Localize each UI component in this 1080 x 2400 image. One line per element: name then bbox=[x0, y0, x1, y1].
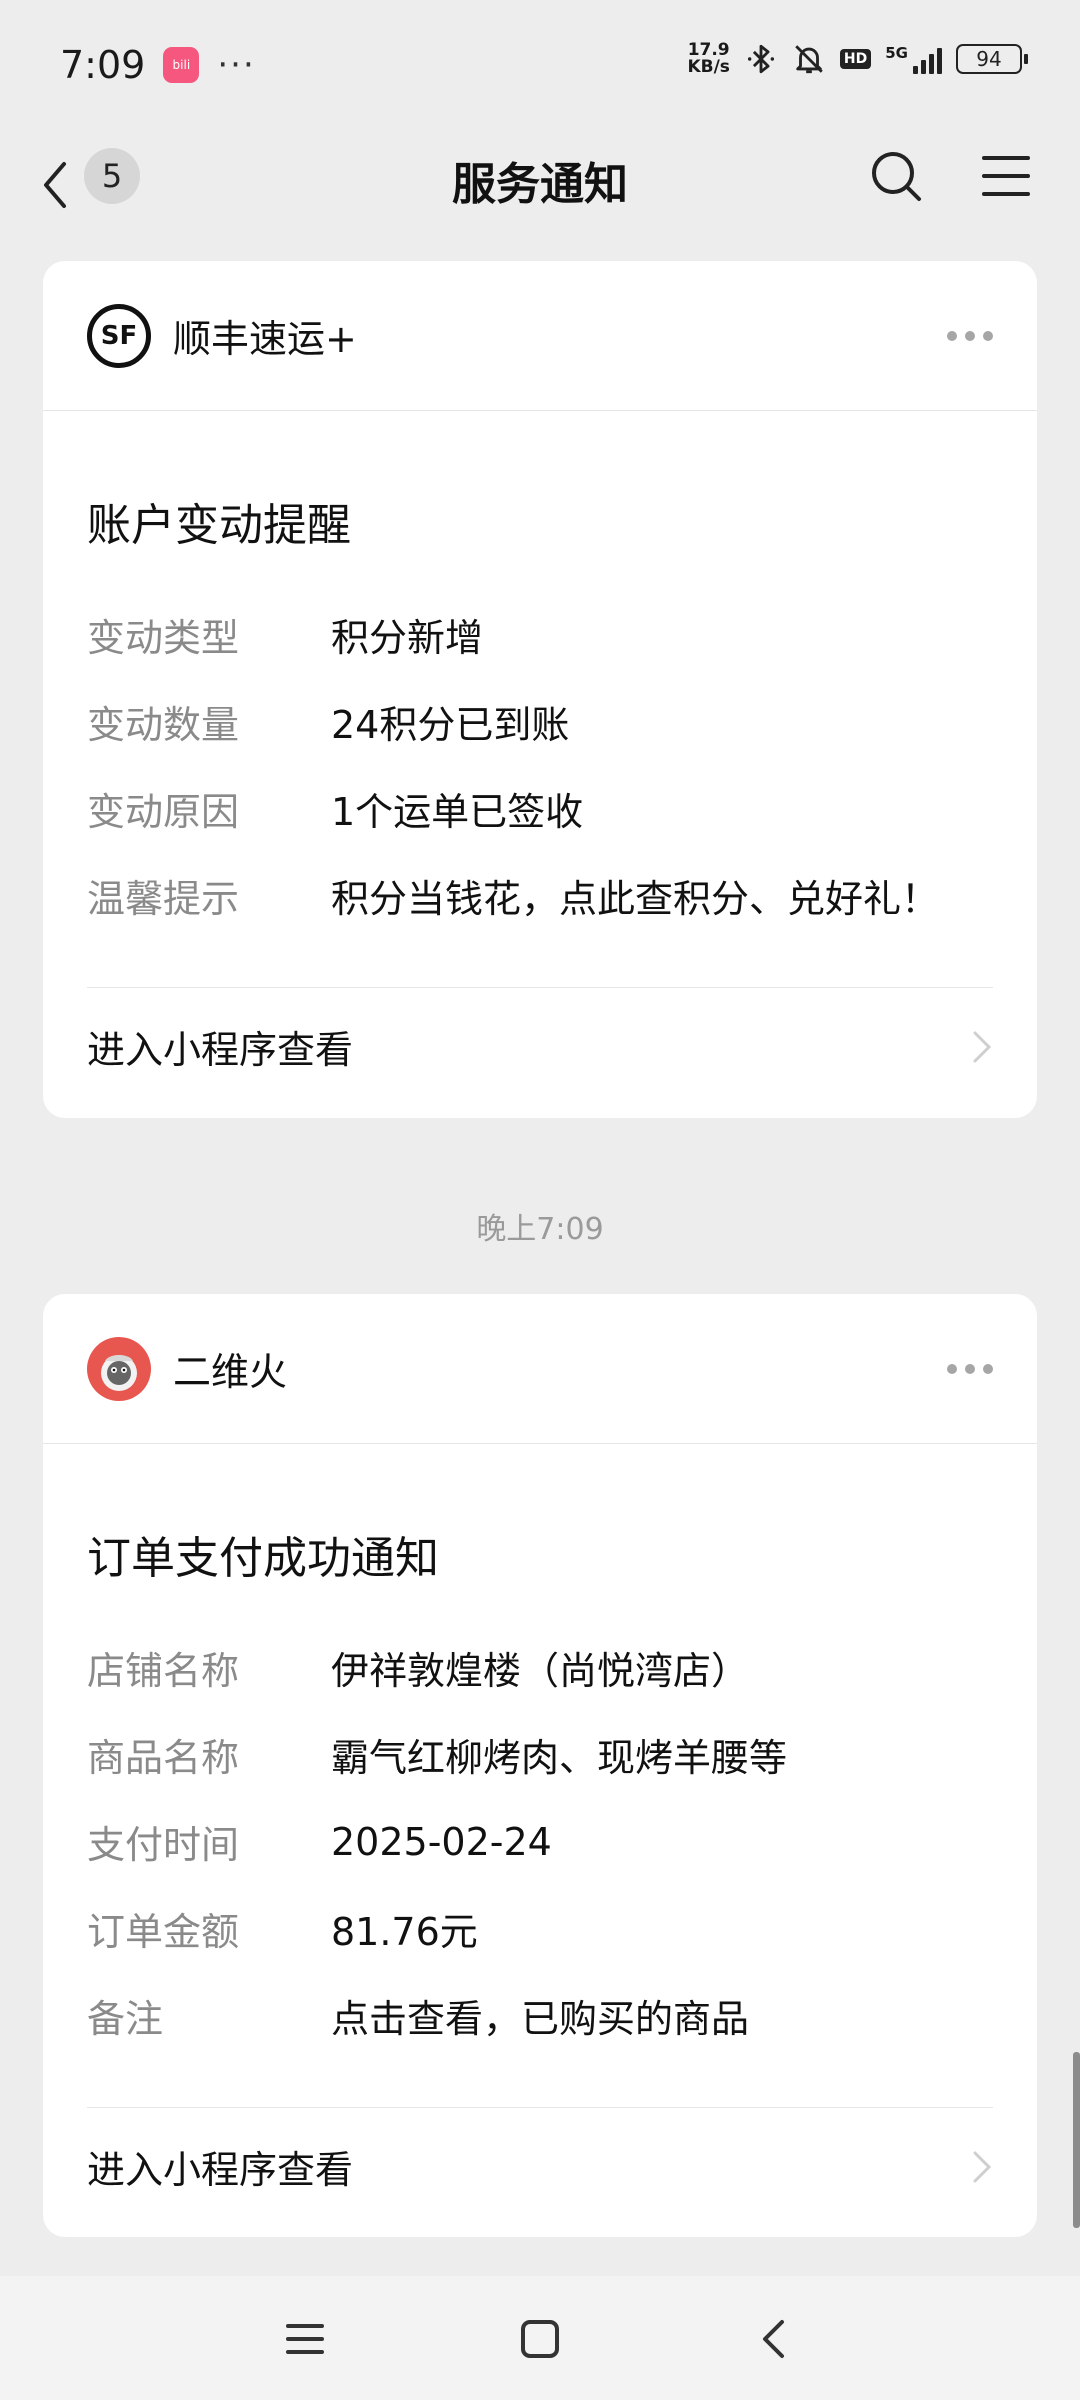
status-time: 7:09 bbox=[60, 43, 146, 87]
mascot-icon bbox=[101, 1354, 137, 1391]
sf-logo-text: SF bbox=[100, 320, 138, 351]
network-type: 5G bbox=[885, 44, 908, 62]
field-row: 变动类型 积分新增 bbox=[43, 591, 1037, 678]
field-row: 店铺名称 伊祥敦煌楼（尚悦湾店） bbox=[43, 1624, 1037, 1711]
card-header: 二维火 bbox=[43, 1294, 1037, 1444]
mute-bell-icon bbox=[795, 45, 823, 74]
message-timestamp: 晚上7:09 bbox=[476, 1212, 604, 1247]
bilibili-app-icon: bili bbox=[163, 47, 200, 83]
notification-card-2dfire[interactable]: 二维火 订单支付成功通知 店铺名称 伊祥敦煌楼（尚悦湾店） 商品名称 霸气红柳烤… bbox=[43, 1294, 1037, 2237]
more-options-icon[interactable] bbox=[947, 1363, 993, 1374]
home-icon[interactable] bbox=[515, 2314, 565, 2364]
field-row: 变动数量 24积分已到账 bbox=[43, 678, 1037, 765]
field-value: 2025-02-24 bbox=[331, 1819, 552, 1864]
field-label: 温馨提示 bbox=[87, 877, 240, 921]
signal-icon: 5G bbox=[885, 44, 942, 74]
back-nav-icon[interactable] bbox=[750, 2314, 800, 2364]
field-value: 81.76元 bbox=[331, 1910, 478, 1954]
network-speed: 17.9 KB/s bbox=[687, 42, 729, 76]
field-row: 订单金额 81.76元 bbox=[43, 1885, 1037, 1972]
field-value: 1个运单已签收 bbox=[331, 790, 584, 834]
status-bar: 7:09 bili ··· 17.9 KB/s HD 5G 94 bbox=[0, 0, 1080, 130]
battery-indicator: 94 bbox=[956, 44, 1028, 74]
field-value: 点击查看，已购买的商品 bbox=[331, 1997, 750, 2041]
chevron-right-icon bbox=[973, 1031, 992, 1062]
open-miniprogram-link[interactable]: 进入小程序查看 bbox=[87, 2107, 993, 2225]
chevron-right-icon bbox=[973, 2151, 992, 2182]
field-label: 支付时间 bbox=[87, 1823, 240, 1867]
field-row: 温馨提示 积分当钱花，点此查积分、兑好礼！ bbox=[43, 852, 1037, 939]
network-speed-unit: KB/s bbox=[687, 57, 730, 77]
field-label: 变动数量 bbox=[87, 703, 240, 747]
card-sender-name: 二维火 bbox=[173, 1350, 288, 1394]
field-label: 商品名称 bbox=[87, 1736, 240, 1780]
card-header: SF 顺丰速运+ bbox=[43, 261, 1037, 411]
card-title: 订单支付成功通知 bbox=[87, 1533, 439, 1584]
card-sender-name: 顺丰速运+ bbox=[173, 317, 357, 361]
2dfire-avatar bbox=[87, 1336, 151, 1401]
field-row: 变动原因 1个运单已签收 bbox=[43, 765, 1037, 852]
recents-menu-icon[interactable] bbox=[280, 2314, 330, 2364]
status-indicators: 17.9 KB/s HD 5G 94 bbox=[687, 42, 1028, 76]
field-value: 伊祥敦煌楼（尚悦湾店） bbox=[331, 1649, 750, 1693]
open-miniprogram-label: 进入小程序查看 bbox=[87, 2148, 354, 2192]
hd-indicator: HD bbox=[839, 49, 872, 69]
field-row: 备注 点击查看，已购买的商品 bbox=[43, 1972, 1037, 2059]
system-navigation-bar bbox=[0, 2276, 1080, 2400]
sf-express-avatar: SF bbox=[87, 303, 151, 368]
card-title: 账户变动提醒 bbox=[87, 500, 351, 551]
field-label: 备注 bbox=[87, 1997, 164, 2041]
field-label: 店铺名称 bbox=[87, 1649, 240, 1693]
field-label: 变动类型 bbox=[87, 616, 240, 660]
open-miniprogram-label: 进入小程序查看 bbox=[87, 1028, 354, 1072]
search-icon[interactable] bbox=[868, 148, 924, 204]
field-value: 霸气红柳烤肉、现烤羊腰等 bbox=[331, 1736, 788, 1780]
menu-icon[interactable] bbox=[980, 150, 1032, 202]
field-row: 商品名称 霸气红柳烤肉、现烤羊腰等 bbox=[43, 1711, 1037, 1798]
field-value: 24积分已到账 bbox=[331, 703, 570, 747]
field-value: 积分当钱花，点此查积分、兑好礼！ bbox=[331, 877, 940, 921]
notification-card-sf[interactable]: SF 顺丰速运+ 账户变动提醒 变动类型 积分新增 变动数量 24积分已到账 变… bbox=[43, 261, 1037, 1118]
open-miniprogram-link[interactable]: 进入小程序查看 bbox=[87, 987, 993, 1105]
scrollbar[interactable] bbox=[1073, 2052, 1080, 2228]
status-more-icon: ··· bbox=[217, 45, 256, 85]
bluetooth-icon bbox=[747, 44, 774, 74]
field-label: 变动原因 bbox=[87, 790, 240, 834]
more-options-icon[interactable] bbox=[947, 330, 993, 341]
field-value: 积分新增 bbox=[331, 616, 484, 660]
field-row: 支付时间 2025-02-24 bbox=[43, 1798, 1037, 1885]
field-label: 订单金额 bbox=[87, 1910, 240, 1954]
